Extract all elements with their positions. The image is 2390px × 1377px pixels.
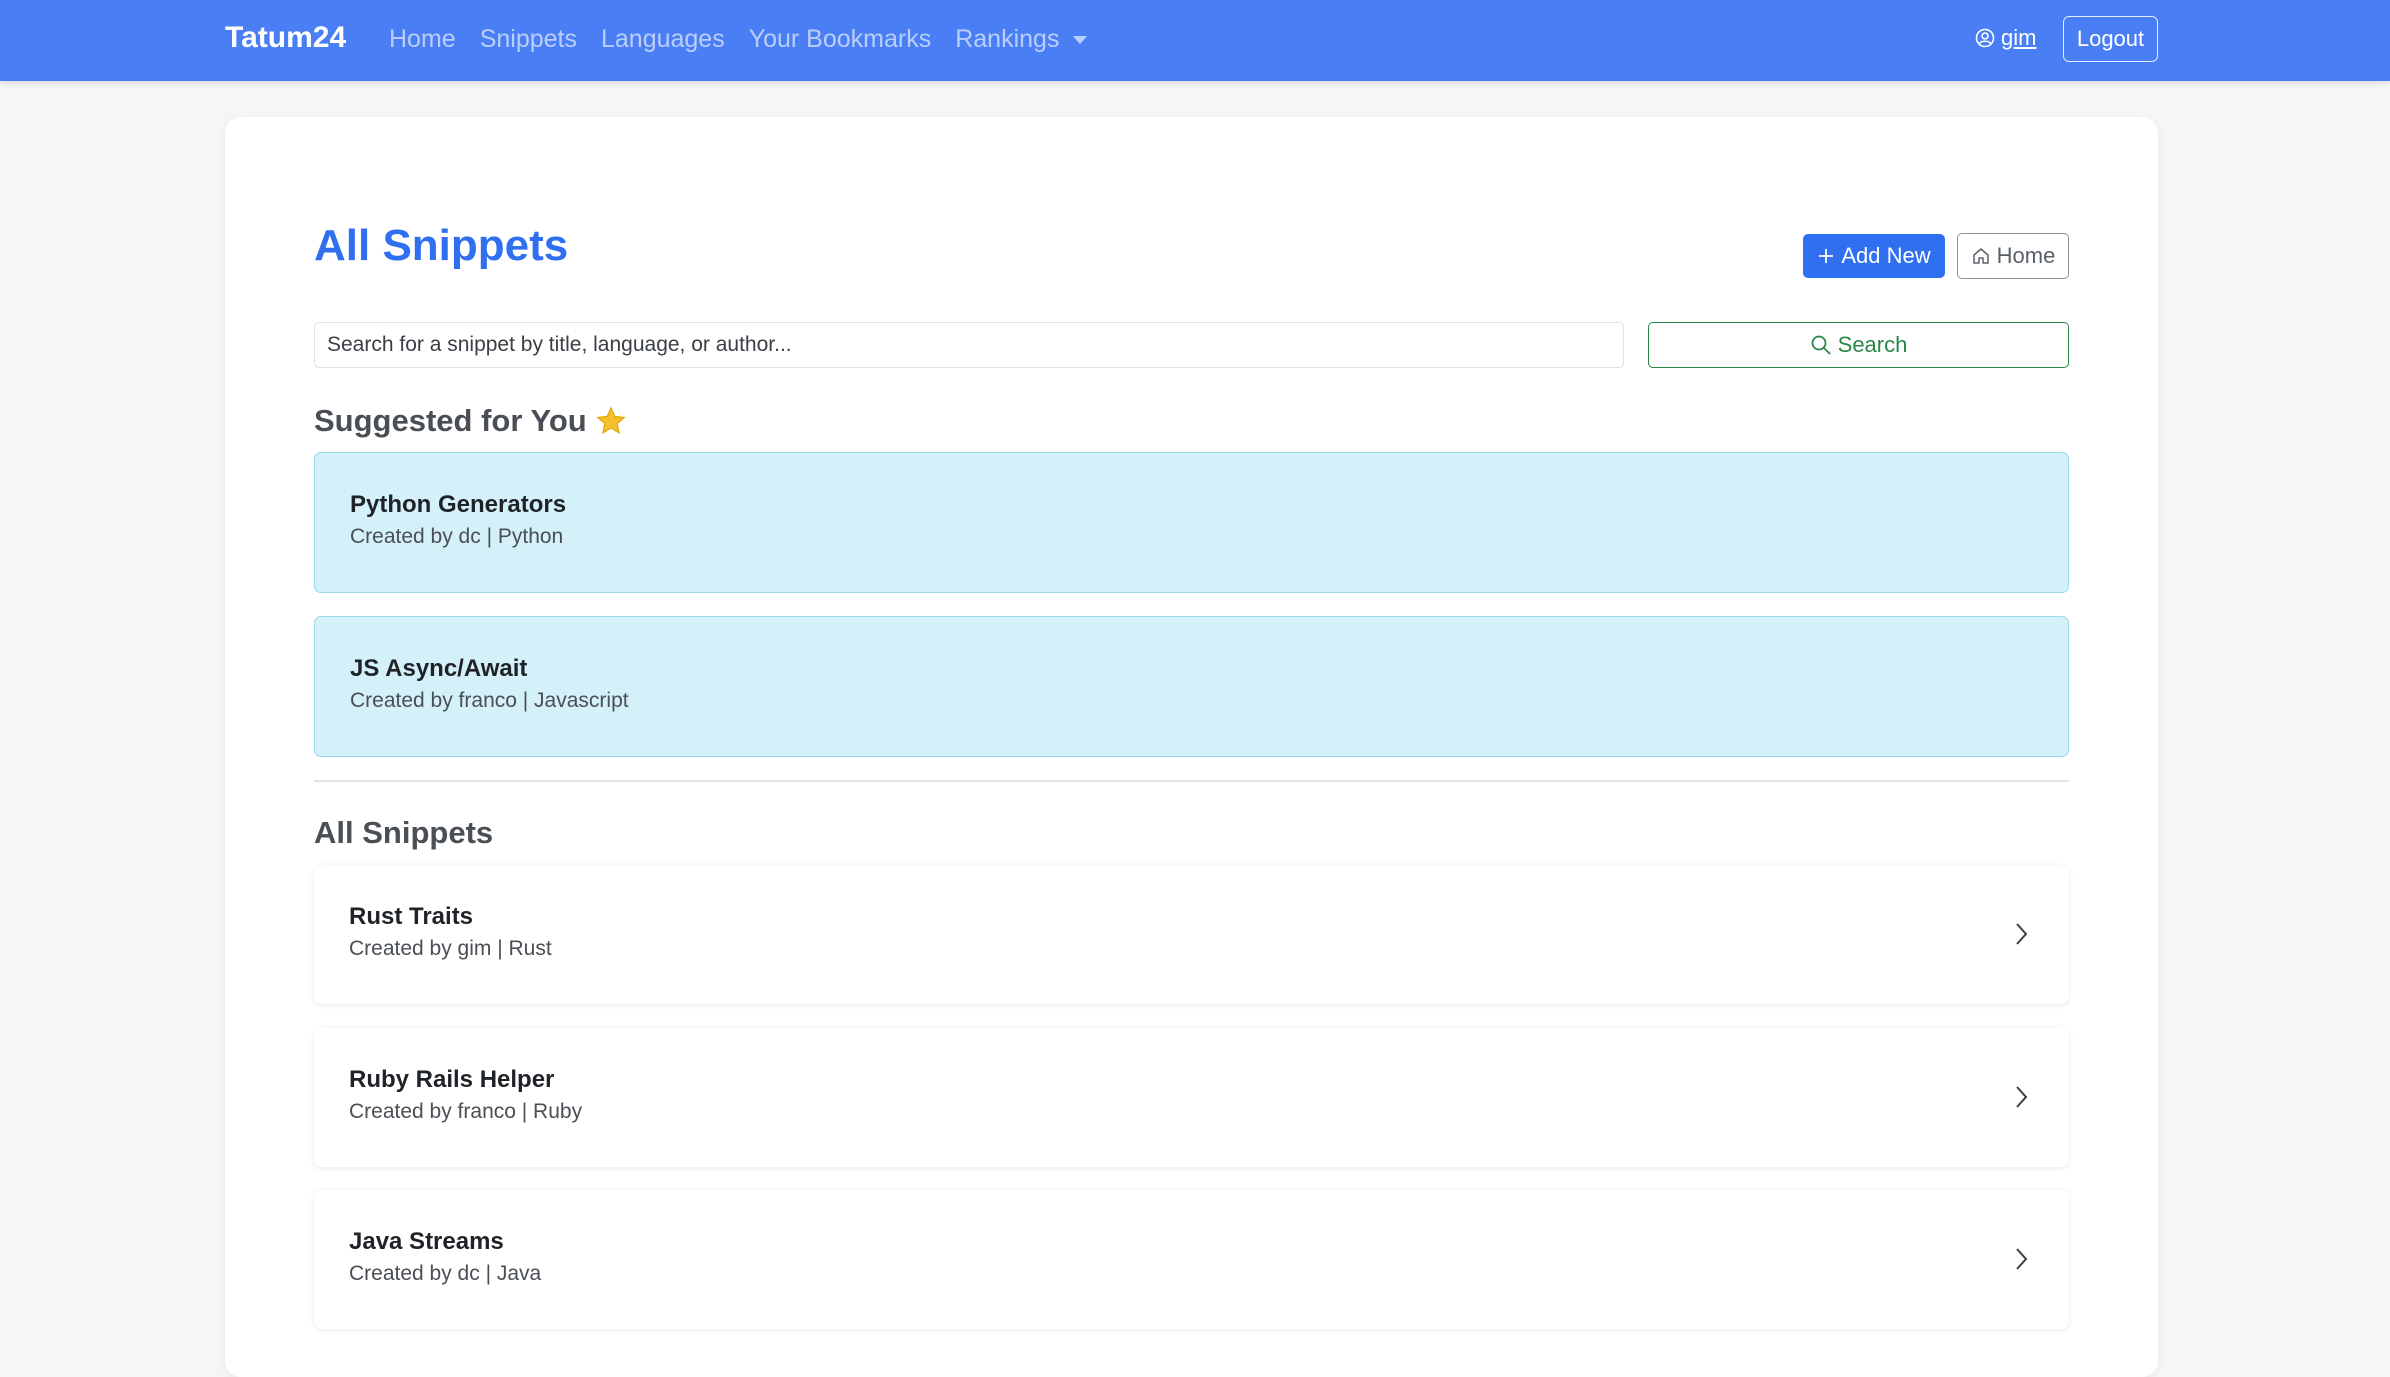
snippet-title: Rust Traits: [349, 903, 474, 930]
star-icon: [596, 406, 626, 435]
snippet-meta: Created by franco | Javascript: [350, 689, 629, 712]
logout-button[interactable]: Logout: [2063, 16, 2158, 62]
snippet-meta: Created by dc | Python: [350, 525, 564, 548]
snippet-title: Python Generators: [350, 491, 567, 518]
nav-link-languages[interactable]: Languages: [601, 25, 725, 54]
plus-icon: [1819, 249, 1834, 263]
nav-link-rankings-dropdown[interactable]: Rankings: [955, 25, 1088, 54]
suggested-card[interactable]: JS Async/Await Created by franco | Javas…: [314, 616, 2069, 757]
snippet-title: JS Async/Await: [350, 655, 528, 682]
search-icon: [1811, 335, 1831, 355]
home-button[interactable]: Home: [1957, 233, 2069, 279]
house-icon: [1972, 248, 1989, 264]
home-label: Home: [1996, 243, 2056, 268]
nav-link-rankings-label: Rankings: [955, 25, 1060, 53]
snippet-list-item[interactable]: Java Streams Created by dc | Java: [314, 1190, 2069, 1329]
search-input[interactable]: [314, 322, 1624, 368]
add-new-label: Add New: [1841, 243, 1931, 268]
caret-down-icon: [1073, 35, 1088, 44]
all-snippets-heading: All Snippets: [314, 815, 494, 850]
suggested-heading: Suggested for You: [314, 403, 627, 439]
nav-link-bookmarks[interactable]: Your Bookmarks: [749, 25, 932, 54]
username-label: gim: [2001, 25, 2037, 50]
add-new-button[interactable]: Add New: [1803, 234, 1945, 278]
snippet-list-item[interactable]: Ruby Rails Helper Created by franco | Ru…: [314, 1028, 2069, 1167]
search-button-label: Search: [1837, 332, 1908, 357]
nav-links: Home Snippets Languages Your Bookmarks R…: [389, 25, 1111, 54]
snippet-meta: Created by dc | Java: [349, 1262, 542, 1285]
snippet-meta: Created by franco | Ruby: [349, 1100, 583, 1123]
user-profile-link[interactable]: gim: [1975, 25, 2036, 51]
snippet-list-item[interactable]: Rust Traits Created by gim | Rust: [314, 865, 2069, 1004]
suggested-heading-label: Suggested for You: [314, 403, 587, 438]
suggested-card[interactable]: Python Generators Created by dc | Python: [314, 452, 2069, 593]
search-button[interactable]: Search: [1648, 322, 2069, 368]
user-circle-icon: [1975, 28, 1995, 48]
chevron-right-icon: [2016, 923, 2028, 945]
snippet-title: Ruby Rails Helper: [349, 1066, 555, 1093]
section-divider: [314, 780, 2069, 782]
page-title: All Snippets: [314, 221, 569, 270]
snippet-meta: Created by gim | Rust: [349, 937, 552, 960]
navbar: Tatum24 Home Snippets Languages Your Boo…: [0, 0, 2390, 81]
brand-link[interactable]: Tatum24: [225, 21, 346, 55]
nav-link-home[interactable]: Home: [389, 25, 456, 54]
chevron-right-icon: [2016, 1086, 2028, 1108]
snippet-title: Java Streams: [349, 1228, 504, 1255]
nav-link-snippets[interactable]: Snippets: [480, 25, 577, 54]
chevron-right-icon: [2016, 1248, 2028, 1270]
